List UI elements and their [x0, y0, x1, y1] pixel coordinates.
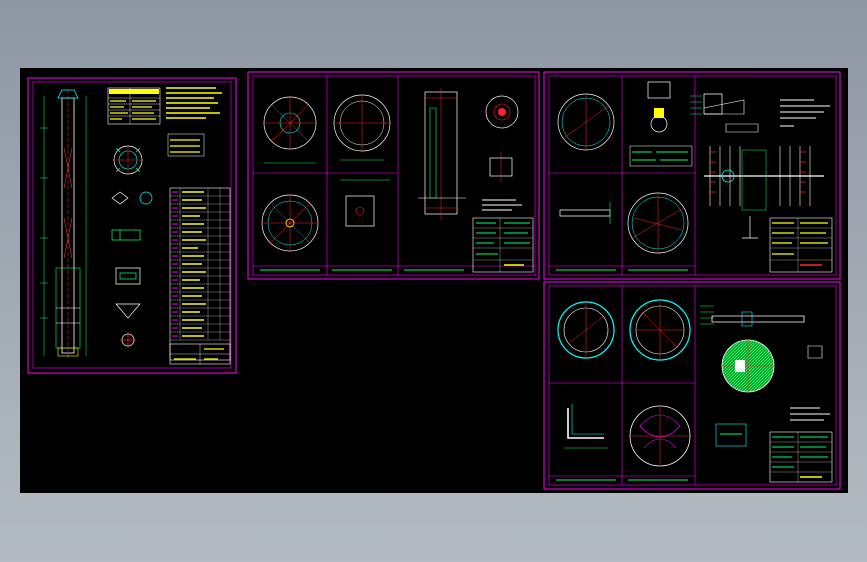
- nozzle-flange-detail: [485, 95, 519, 182]
- hatched-disc-view: [721, 339, 775, 393]
- sheet-2-cells: [253, 76, 535, 275]
- sheet-2-title-block: [472, 217, 534, 273]
- detail-views-sheet-1: [111, 191, 153, 348]
- distributor-elevation-view: [690, 93, 759, 133]
- angle-bracket-detail: [564, 404, 608, 449]
- grating-plan-view: [629, 405, 691, 467]
- beam-elevation-view: [700, 305, 805, 327]
- bed-limiter-plan-view: [629, 299, 691, 361]
- title-block-icon: [169, 343, 231, 365]
- sheet-1[interactable]: [27, 77, 237, 374]
- sheet-2-inner-frame: [252, 75, 536, 276]
- cad-drawing-canvas[interactable]: [20, 68, 848, 493]
- plate-detail-view: [340, 179, 390, 227]
- small-note-table: [167, 133, 205, 157]
- sheet-1-inner-frame: [32, 81, 232, 369]
- flange-view-icon: [263, 96, 317, 164]
- tray-section-view: [559, 202, 611, 224]
- sheet-4[interactable]: [543, 281, 841, 490]
- support-grid-view: [261, 194, 319, 252]
- tower-dimension-chain: [40, 96, 87, 356]
- technical-spec-table: [107, 87, 222, 125]
- distributor-plan-view: [557, 93, 615, 151]
- sheet-4-cells: [549, 286, 696, 485]
- pipe-support-detail: [629, 81, 693, 167]
- sheet-3[interactable]: [543, 71, 841, 280]
- support-ring-plan-view: [557, 301, 615, 359]
- parts-list-table: [169, 187, 231, 361]
- sheet-4-title-block: [769, 431, 833, 483]
- sheet-3-cells: [549, 76, 696, 275]
- sheet-1-border: [27, 77, 237, 374]
- vessel-section-view: [418, 88, 466, 220]
- model-space-viewport[interactable]: [20, 68, 848, 493]
- tower-elevation-icon: [55, 89, 81, 358]
- tray-plan-view: [627, 192, 689, 254]
- sheet-3-notes: [780, 99, 830, 127]
- ring-plate-view: [333, 94, 391, 161]
- sheet-2-notes: [482, 199, 522, 211]
- sheet-3-title-block: [769, 217, 833, 273]
- sheet-4-border: [543, 281, 841, 490]
- spray-header-assembly: [704, 146, 824, 239]
- sheet-2[interactable]: [247, 71, 540, 280]
- nozzle-orientation-view: [113, 145, 143, 175]
